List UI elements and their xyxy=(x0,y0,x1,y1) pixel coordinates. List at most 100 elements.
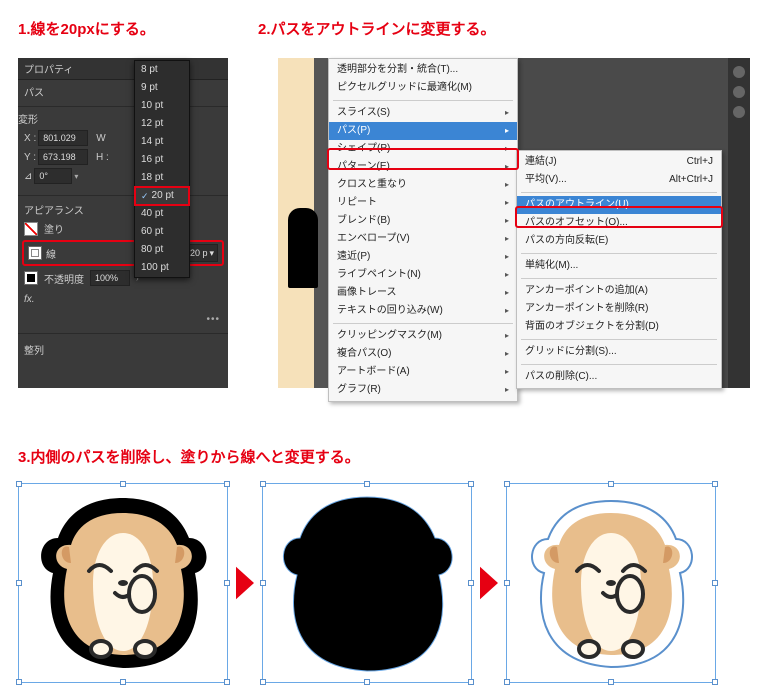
option-label: 60 pt xyxy=(141,226,163,237)
menu-item[interactable]: ライブペイント(N) xyxy=(329,266,517,284)
stroke-value: 20 p xyxy=(190,248,208,258)
menu-item-label: パスのアウトライン(U) xyxy=(525,196,629,214)
stroke-width-menu[interactable]: 8 pt9 pt 10 pt 12 pt 14 pt 16 pt 18 pt ✓20 pt 4… xyxy=(134,60,190,278)
appearance-section: アピアランス 塗り 線 ⇅ 20 p ▾ 不透明度 100% › fx. xyxy=(18,195,228,329)
arrow-icon xyxy=(234,565,256,601)
menu-item[interactable]: 画像トレース xyxy=(329,284,517,302)
menu-item[interactable]: テキストの回り込み(W) xyxy=(329,302,517,320)
step2-caption: 2.パスをアウトラインに変更する。 xyxy=(258,18,496,39)
menu-item[interactable]: クロスと重なり xyxy=(329,176,517,194)
fx-label[interactable]: fx. xyxy=(24,294,35,305)
menu-item-label: 透明部分を分割・統合(T)... xyxy=(337,61,458,79)
stroke-width-option[interactable]: 40 pt xyxy=(135,205,189,223)
option-label: 14 pt xyxy=(141,136,163,147)
menu-item[interactable]: アンカーポイントを削除(R) xyxy=(517,300,721,318)
path-submenu[interactable]: 連結(J)Ctrl+J平均(V)...Alt+Ctrl+J パスのアウトライン(U… xyxy=(516,150,722,389)
menu-item[interactable]: シェイプ(P) xyxy=(329,140,517,158)
stroke-row: 線 ⇅ 20 p ▾ xyxy=(24,242,222,264)
stroke-width-option[interactable]: 9 pt xyxy=(135,79,189,97)
step2-area: 透明部分を分割・統合(T)...ピクセルグリッドに最適化(M)スライス(S)パス… xyxy=(278,58,750,388)
stroke-width-option[interactable]: 8 pt xyxy=(135,61,189,79)
menu-item[interactable]: 連結(J)Ctrl+J xyxy=(517,153,721,171)
align-section: 整列 xyxy=(18,333,228,361)
menu-item-label: 背面のオブジェクトを分割(D) xyxy=(525,318,659,336)
option-label: 12 pt xyxy=(141,118,163,129)
stroke-swatch[interactable] xyxy=(28,246,42,260)
h-label: H : xyxy=(96,152,109,163)
menu-item-label: アンカーポイントの追加(A) xyxy=(525,282,648,300)
menu-item-label: 画像トレース xyxy=(337,284,397,302)
stroke-width-option[interactable]: 14 pt xyxy=(135,133,189,151)
menu-item-label: アンカーポイントを削除(R) xyxy=(525,300,648,318)
option-label: 10 pt xyxy=(141,100,163,111)
menu-item[interactable]: パターン(E) xyxy=(329,158,517,176)
option-label: 40 pt xyxy=(141,208,163,219)
menu-item[interactable]: 背面のオブジェクトを分割(D) xyxy=(517,318,721,336)
menu-item[interactable]: 平均(V)...Alt+Ctrl+J xyxy=(517,171,721,189)
chevron-down-icon[interactable]: ▾ xyxy=(209,248,214,259)
stroke-width-option[interactable]: 12 pt xyxy=(135,115,189,133)
menu-item-label: パスの方向反転(E) xyxy=(525,232,608,250)
tool-icon[interactable] xyxy=(733,106,745,118)
menu-item[interactable]: 複合パス(O) xyxy=(329,345,517,363)
step3-caption: 3.内側のパスを削除し、塗りから線へと変更する。 xyxy=(18,446,360,467)
step3-row xyxy=(18,478,748,688)
menu-item[interactable]: パスの方向反転(E) xyxy=(517,232,721,250)
menu-item[interactable]: アートボード(A) xyxy=(329,363,517,381)
path-label: パス xyxy=(24,84,44,99)
menu-item[interactable]: 透明部分を分割・統合(T)... xyxy=(329,61,517,79)
chevron-down-icon[interactable]: ▾ xyxy=(74,172,78,181)
menu-item-label: 平均(V)... xyxy=(525,171,567,189)
menu-item[interactable]: パスのアウトライン(U) xyxy=(517,196,721,214)
menu-item-label: スライス(S) xyxy=(337,104,390,122)
menu-item[interactable]: グリッドに分割(S)... xyxy=(517,343,721,361)
angle-input[interactable]: 0° xyxy=(34,168,72,184)
stroke-width-option[interactable]: 80 pt xyxy=(135,241,189,259)
stroke-width-option[interactable]: 18 pt xyxy=(135,169,189,187)
menu-separator xyxy=(521,192,717,193)
stroke-width-option[interactable]: 60 pt xyxy=(135,223,189,241)
menu-item[interactable]: 単純化(M)... xyxy=(517,257,721,275)
menu-item[interactable]: リピート xyxy=(329,194,517,212)
menu-item[interactable]: ピクセルグリッドに最適化(M) xyxy=(329,79,517,97)
menu-separator xyxy=(333,323,513,324)
menu-item[interactable]: クリッピングマスク(M) xyxy=(329,327,517,345)
menu-separator xyxy=(521,339,717,340)
fill-swatch[interactable] xyxy=(24,222,38,236)
x-input[interactable]: 801.029 xyxy=(38,130,88,146)
opacity-input[interactable]: 100% xyxy=(90,270,130,286)
more-options[interactable]: ••• xyxy=(18,310,228,329)
menu-item-label: リピート xyxy=(337,194,377,212)
menu-item[interactable]: パスのオフセット(O)... xyxy=(517,214,721,232)
menu-item[interactable]: 遠近(P) xyxy=(329,248,517,266)
menu-item[interactable]: パスの削除(C)... xyxy=(517,368,721,386)
menu-item[interactable]: エンベロープ(V) xyxy=(329,230,517,248)
tool-icon[interactable] xyxy=(733,66,745,78)
stroke-width-option[interactable]: ✓20 pt xyxy=(135,187,189,205)
menu-item[interactable]: グラフ(R) xyxy=(329,381,517,399)
menu-item-label: 遠近(P) xyxy=(337,248,370,266)
check-icon: ✓ xyxy=(141,187,149,205)
menu-item-label: パス(P) xyxy=(337,122,370,140)
menu-item-label: パターン(E) xyxy=(337,158,390,176)
stroke-label: 線 xyxy=(46,246,56,261)
stroke-width-option[interactable]: 16 pt xyxy=(135,151,189,169)
transform-section: 変形 X : 801.029 W Y : 673.198 H : ⊿ 0° ▾ xyxy=(18,106,228,191)
tool-icon[interactable] xyxy=(733,86,745,98)
menu-item[interactable]: ブレンド(B) xyxy=(329,212,517,230)
selection-box xyxy=(18,483,228,683)
option-label: 18 pt xyxy=(141,172,163,183)
menu-item[interactable]: アンカーポイントの追加(A) xyxy=(517,282,721,300)
stroke-width-option[interactable]: 100 pt xyxy=(135,259,189,277)
y-label: Y : xyxy=(24,152,36,163)
opacity-swatch[interactable] xyxy=(24,271,38,285)
menu-separator xyxy=(333,100,513,101)
stroke-width-option[interactable]: 10 pt xyxy=(135,97,189,115)
y-input[interactable]: 673.198 xyxy=(38,149,88,165)
opacity-label: 不透明度 xyxy=(44,271,84,286)
option-label: 16 pt xyxy=(141,154,163,165)
menu-item[interactable]: スライス(S) xyxy=(329,104,517,122)
object-submenu[interactable]: 透明部分を分割・統合(T)...ピクセルグリッドに最適化(M) スライス(S)パス… xyxy=(328,58,518,402)
selection-box xyxy=(506,483,716,683)
menu-item[interactable]: パス(P) xyxy=(329,122,517,140)
